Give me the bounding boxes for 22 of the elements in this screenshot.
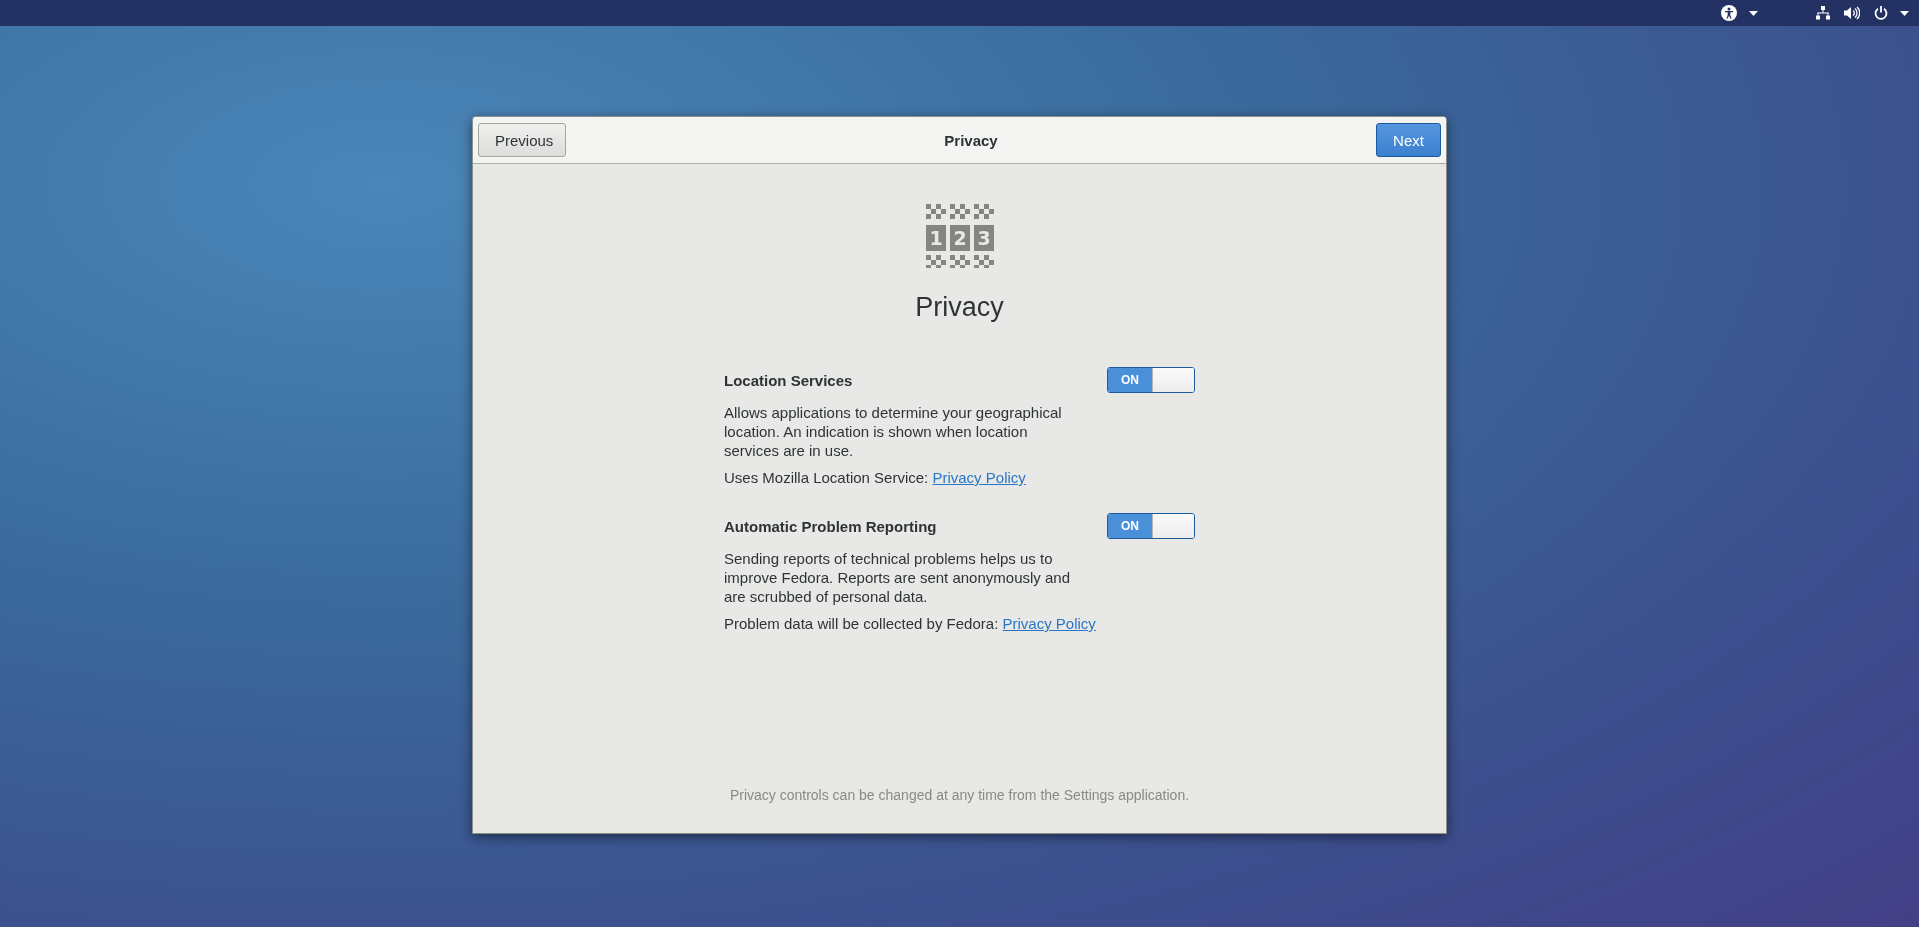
privacy-policy-link[interactable]: Privacy Policy — [932, 469, 1026, 486]
dropdown-caret-icon[interactable] — [1900, 10, 1909, 16]
setting-description: Sending reports of technical problems helps us to improve Fedora. Reports are sent anonymously and are scrubbed of personal data. — [724, 549, 1071, 606]
window-title: Privacy — [944, 131, 998, 149]
setting-source-text: Problem data will be collected by Fedora: Privacy Policy — [724, 614, 1097, 633]
privacy-policy-link[interactable]: Privacy Policy — [1002, 615, 1096, 632]
footer-note: Privacy controls can be changed at any time from the Settings application. — [729, 787, 1190, 803]
previous-button[interactable]: Previous — [478, 123, 566, 157]
setting-description: Allows applications to determine your geographical location. An indication is shown when location services are in use. — [724, 403, 1063, 460]
privacy-logo-drawing: 1 2 3 — [925, 204, 994, 268]
dropdown-caret-icon[interactable] — [1749, 10, 1758, 16]
accessibility-icon[interactable] — [1721, 5, 1737, 21]
page-heading: Privacy — [915, 292, 1004, 323]
toggle-switch[interactable]: ON — [1107, 367, 1195, 393]
next-button[interactable]: Next — [1376, 123, 1441, 157]
power-icon[interactable] — [1874, 6, 1888, 20]
setting-title: Automatic Problem Reporting — [724, 517, 937, 535]
speaker-icon[interactable] — [1844, 6, 1860, 20]
network-icon[interactable] — [1816, 6, 1830, 20]
toggle-switch[interactable]: ON — [1107, 513, 1195, 539]
setting-source-text: Uses Mozilla Location Service: Privacy Policy — [724, 468, 1027, 487]
setting-title: Location Services — [724, 371, 853, 389]
